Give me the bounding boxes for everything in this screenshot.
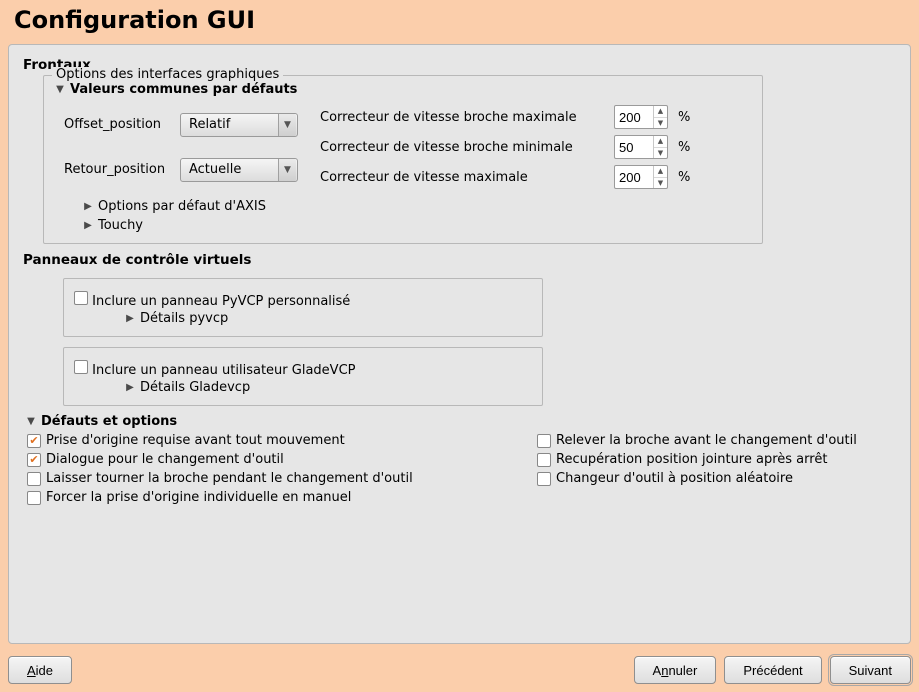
offset-position-label: Offset_position (64, 117, 174, 132)
offset-position-dropdown[interactable]: Relatif ▼ (180, 113, 298, 137)
touchy-label[interactable]: Touchy (98, 218, 143, 233)
button-bar: Aide Annuler Précédent Suivant (8, 656, 911, 684)
spin-up-icon[interactable]: ▲ (654, 106, 667, 118)
next-button[interactable]: Suivant (830, 656, 911, 684)
pyvcp-include-label[interactable]: Inclure un panneau PyVCP personnalisé (92, 294, 350, 309)
expander-glade-details-icon[interactable] (124, 383, 136, 393)
chevron-down-icon: ▼ (278, 159, 296, 181)
gui-options-legend: Options des interfaces graphiques (52, 67, 283, 82)
max-speed-spinner[interactable]: ▲▼ (614, 165, 668, 189)
spin-down-icon[interactable]: ▼ (654, 118, 667, 129)
opt-label: Recupération position jointure après arr… (556, 452, 827, 467)
spin-down-icon[interactable]: ▼ (654, 178, 667, 189)
offset-position-value: Relatif (189, 117, 230, 132)
axis-defaults-label[interactable]: Options par défaut d'AXIS (98, 199, 266, 214)
checkbox[interactable] (27, 491, 41, 505)
opt-label: Dialogue pour le changement d'outil (46, 452, 284, 467)
opt-spindle-run-toolchange[interactable]: Laisser tourner la broche pendant le cha… (27, 471, 517, 486)
max-speed-label: Correcteur de vitesse maximale (320, 170, 610, 185)
checkbox[interactable] (537, 434, 551, 448)
spin-up-icon[interactable]: ▲ (654, 136, 667, 148)
opt-label: Forcer la prise d'origine individuelle e… (46, 490, 351, 505)
percent-label: % (678, 140, 698, 155)
pyvcp-details-label[interactable]: Détails pyvcp (140, 311, 228, 326)
opt-label: Prise d'origine requise avant tout mouve… (46, 433, 345, 448)
retour-position-dropdown[interactable]: Actuelle ▼ (180, 158, 298, 182)
help-rest: ide (36, 663, 53, 678)
vcp-heading: Panneaux de contrôle virtuels (23, 252, 896, 268)
pyvcp-fieldset: Inclure un panneau PyVCP personnalisé Dé… (63, 278, 543, 337)
chevron-down-icon: ▼ (278, 114, 296, 136)
expander-pyvcp-details-icon[interactable] (124, 314, 136, 324)
opt-label: Changeur d'outil à position aléatoire (556, 471, 793, 486)
opt-restore-joint[interactable]: Recupération position jointure après arr… (537, 452, 919, 467)
spin-up-icon[interactable]: ▲ (654, 166, 667, 178)
min-spindle-label: Correcteur de vitesse broche minimale (320, 140, 610, 155)
main-panel: Frontaux Options des interfaces graphiqu… (8, 44, 911, 644)
pyvcp-include-checkbox[interactable] (74, 291, 88, 305)
cancel-button[interactable]: Annuler (634, 656, 717, 684)
opt-random-toolchanger[interactable]: Changeur d'outil à position aléatoire (537, 471, 919, 486)
expander-common-defaults-icon[interactable] (54, 85, 66, 95)
page-title: Configuration GUI (14, 6, 905, 34)
glade-details-label[interactable]: Détails Gladevcp (140, 380, 250, 395)
gladevcp-fieldset: Inclure un panneau utilisateur GladeVCP … (63, 347, 543, 406)
checkbox[interactable] (27, 472, 41, 486)
gladevcp-include-label[interactable]: Inclure un panneau utilisateur GladeVCP (92, 363, 355, 378)
retour-position-value: Actuelle (189, 162, 241, 177)
opt-label: Laisser tourner la broche pendant le cha… (46, 471, 413, 486)
gui-options-fieldset: Options des interfaces graphiques Valeur… (43, 75, 763, 244)
max-speed-input[interactable] (615, 166, 653, 188)
max-spindle-spinner[interactable]: ▲▼ (614, 105, 668, 129)
spin-down-icon[interactable]: ▼ (654, 148, 667, 159)
expander-axis-defaults-icon[interactable] (82, 202, 94, 212)
retour-position-label: Retour_position (64, 162, 174, 177)
percent-label: % (678, 110, 698, 125)
opt-toolchange-dialog[interactable]: Dialogue pour le changement d'outil (27, 452, 517, 467)
checkbox[interactable] (27, 434, 41, 448)
min-spindle-input[interactable] (615, 136, 653, 158)
checkbox[interactable] (537, 453, 551, 467)
opt-raise-spindle[interactable]: Relever la broche avant le changement d'… (537, 433, 919, 448)
opt-label: Relever la broche avant le changement d'… (556, 433, 857, 448)
max-spindle-input[interactable] (615, 106, 653, 128)
checkbox[interactable] (537, 472, 551, 486)
opt-homing-required[interactable]: Prise d'origine requise avant tout mouve… (27, 433, 517, 448)
checkbox[interactable] (27, 453, 41, 467)
percent-label: % (678, 170, 698, 185)
defaults-heading[interactable]: Défauts et options (41, 414, 177, 429)
common-defaults-label[interactable]: Valeurs communes par défauts (70, 82, 297, 97)
opt-force-individual-homing[interactable]: Forcer la prise d'origine individuelle e… (27, 490, 517, 505)
expander-touchy-icon[interactable] (82, 221, 94, 231)
gladevcp-include-checkbox[interactable] (74, 360, 88, 374)
max-spindle-label: Correcteur de vitesse broche maximale (320, 110, 610, 125)
help-button[interactable]: Aide (8, 656, 72, 684)
expander-defaults-icon[interactable] (25, 417, 37, 427)
back-button[interactable]: Précédent (724, 656, 821, 684)
min-spindle-spinner[interactable]: ▲▼ (614, 135, 668, 159)
